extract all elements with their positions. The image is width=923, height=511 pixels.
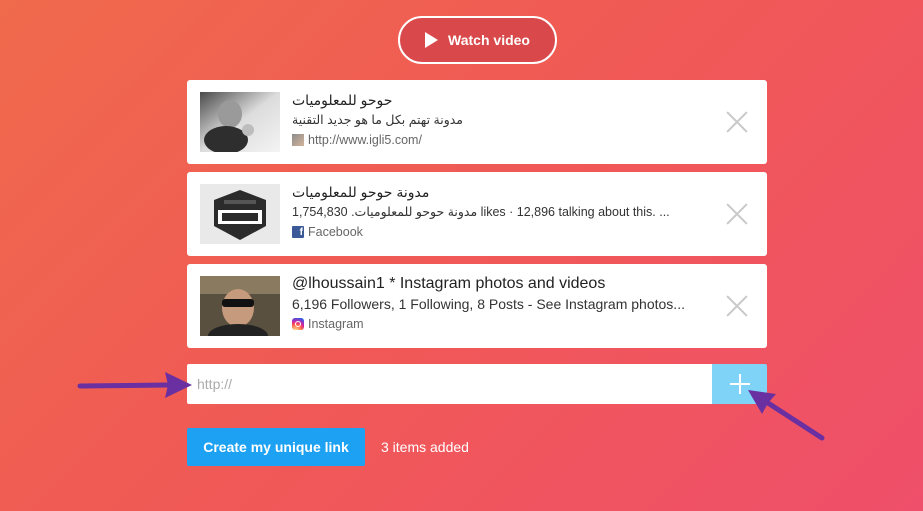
watch-video-button[interactable]: Watch video — [398, 16, 557, 64]
watch-video-label: Watch video — [448, 32, 530, 48]
remove-link-button[interactable] — [725, 202, 749, 226]
items-added-count: 3 items added — [381, 439, 469, 455]
link-card: @lhoussain1 * Instagram photos and video… — [187, 264, 767, 348]
annotation-arrow-left — [77, 372, 192, 398]
link-card: مدونة حوحو للمعلوميات مدونة حوحو للمعلوم… — [187, 172, 767, 256]
link-source-label: Instagram — [308, 317, 364, 331]
remove-link-button[interactable] — [725, 294, 749, 318]
link-title: مدونة حوحو للمعلوميات — [292, 184, 430, 200]
link-thumbnail — [200, 276, 280, 336]
link-source: f Facebook — [292, 222, 712, 242]
link-card: حوحو للمعلوميات مدونة تهتم بكل ما هو جدي… — [187, 80, 767, 164]
instagram-icon — [292, 318, 304, 330]
link-title: حوحو للمعلوميات — [292, 92, 393, 108]
link-description: مدونة تهتم بكل ما هو جديد التقنية — [292, 113, 463, 127]
link-source: http://www.igli5.com/ — [292, 130, 712, 150]
facebook-icon: f — [292, 226, 304, 238]
play-icon — [425, 32, 439, 48]
url-input[interactable] — [187, 364, 712, 404]
site-favicon-icon — [292, 134, 304, 146]
add-link-button[interactable] — [712, 364, 767, 404]
create-unique-link-button[interactable]: Create my unique link — [187, 428, 365, 466]
link-source-label: http://www.igli5.com/ — [308, 133, 422, 147]
link-description: 6,196 Followers, 1 Following, 8 Posts - … — [292, 296, 685, 312]
remove-link-button[interactable] — [725, 110, 749, 134]
link-thumbnail — [200, 184, 280, 244]
link-thumbnail — [200, 92, 280, 152]
link-title: @lhoussain1 * Instagram photos and video… — [292, 275, 606, 292]
link-source: Instagram — [292, 314, 712, 334]
link-source-label: Facebook — [308, 225, 363, 239]
link-description: مدونة حوحو للمعلوميات. 1,754,830 likes ·… — [292, 205, 670, 219]
